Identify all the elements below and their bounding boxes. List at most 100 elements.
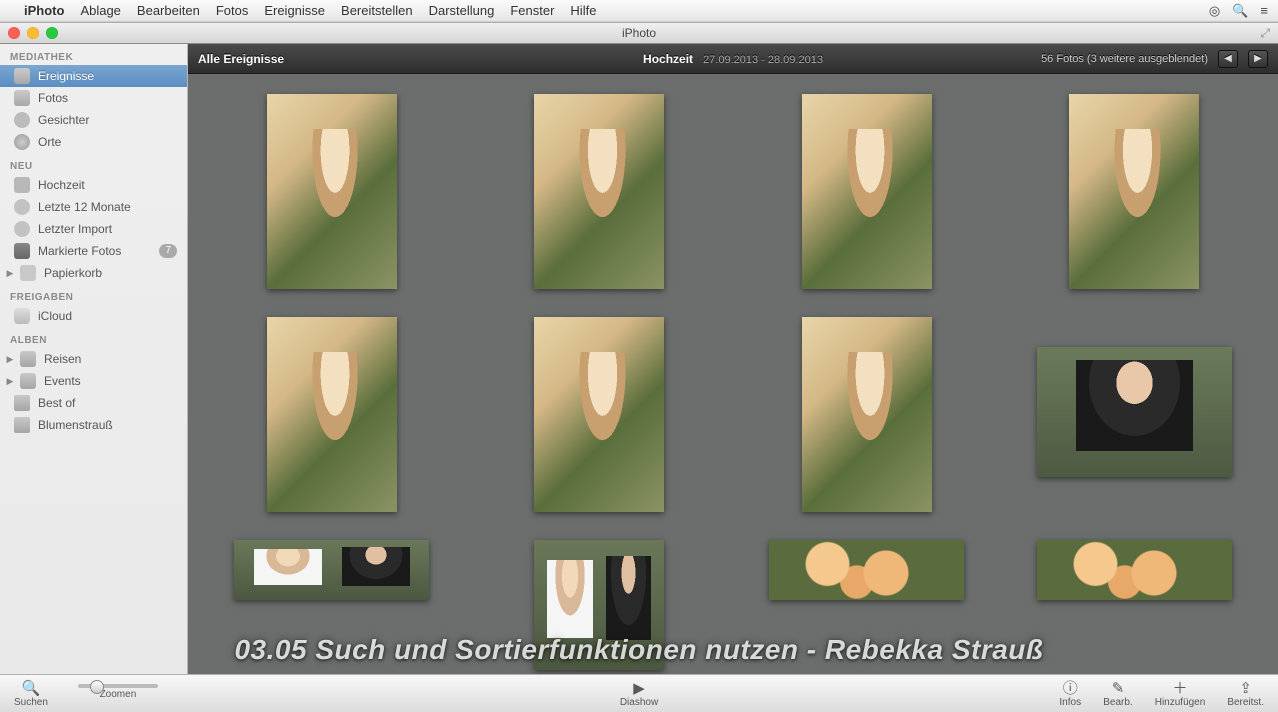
- disclosure-icon[interactable]: ▶: [6, 354, 14, 365]
- photo-grid: [188, 74, 1278, 674]
- search-button[interactable]: 🔍 Suchen: [14, 680, 48, 708]
- photo-thumbnail[interactable]: [267, 94, 397, 289]
- photo-thumbnail[interactable]: [234, 540, 429, 600]
- bottom-toolbar: 🔍 Suchen Zoomen ▶ Diashow ⓘ Infos ✎ Bear…: [0, 674, 1278, 712]
- window-title: iPhoto: [622, 26, 656, 40]
- spotlight-icon[interactable]: 🔍: [1232, 3, 1248, 19]
- flagged-badge: 7: [159, 244, 177, 258]
- sidebar-item-label: Papierkorb: [44, 266, 102, 280]
- info-button[interactable]: ⓘ Infos: [1059, 680, 1081, 708]
- photo-thumbnail[interactable]: [802, 94, 932, 289]
- add-button[interactable]: ＋ Hinzufügen: [1155, 680, 1206, 708]
- photo-thumbnail[interactable]: [534, 540, 664, 670]
- nav-prev-button[interactable]: ◀: [1218, 50, 1238, 68]
- flagged-icon: [14, 243, 30, 259]
- sidebar-item-events[interactable]: ▶ Events: [0, 370, 187, 392]
- sidebar-item-hochzeit[interactable]: Hochzeit: [0, 174, 187, 196]
- sidebar-item-label: iCloud: [38, 309, 72, 323]
- menu-hilfe[interactable]: Hilfe: [570, 3, 596, 18]
- window-close-button[interactable]: [8, 27, 20, 39]
- window-zoom-button[interactable]: [46, 27, 58, 39]
- menu-fenster[interactable]: Fenster: [510, 3, 554, 18]
- sidebar-item-orte[interactable]: Orte: [0, 131, 187, 153]
- toolbar-label: Suchen: [14, 697, 48, 708]
- places-icon: [14, 134, 30, 150]
- content-header: Alle Ereignisse Hochzeit 27.09.2013 - 28…: [188, 44, 1278, 74]
- share-button[interactable]: ⇪ Bereitst.: [1227, 680, 1264, 708]
- toolbar-label: Zoomen: [100, 689, 137, 700]
- fullscreen-icon[interactable]: ⤢: [1260, 26, 1270, 41]
- folder-icon: [20, 351, 36, 367]
- sidebar-item-label: Fotos: [38, 91, 68, 105]
- menu-darstellung[interactable]: Darstellung: [429, 3, 495, 18]
- toolbar-label: Infos: [1059, 697, 1081, 708]
- sidebar-header-mediathek: MEDIATHEK: [0, 44, 187, 65]
- sidebar-header-neu: NEU: [0, 153, 187, 174]
- window-titlebar: iPhoto ⤢: [0, 22, 1278, 44]
- folder-icon: [20, 373, 36, 389]
- add-icon: ＋: [1169, 680, 1191, 696]
- edit-button[interactable]: ✎ Bearb.: [1103, 680, 1132, 708]
- content-area: Alle Ereignisse Hochzeit 27.09.2013 - 28…: [188, 44, 1278, 674]
- photo-thumbnail[interactable]: [534, 94, 664, 289]
- photo-thumbnail[interactable]: [1037, 347, 1232, 477]
- toolbar-label: Diashow: [620, 697, 658, 708]
- sidebar-item-bestof[interactable]: Best of: [0, 392, 187, 414]
- sidebar-item-gesichter[interactable]: Gesichter: [0, 109, 187, 131]
- photo-count: 56 Fotos (3 weitere ausgeblendet): [1041, 53, 1208, 65]
- recent-icon: [14, 199, 30, 215]
- sidebar-item-label: Ereignisse: [38, 69, 94, 83]
- sidebar-item-blumen[interactable]: Blumenstrauß: [0, 414, 187, 436]
- macos-menubar: iPhoto Ablage Bearbeiten Fotos Ereigniss…: [0, 0, 1278, 22]
- toolbar-label: Bearb.: [1103, 697, 1132, 708]
- cc-status-icon[interactable]: ◎: [1209, 3, 1220, 19]
- event-icon: [14, 177, 30, 193]
- photo-thumbnail[interactable]: [769, 540, 964, 600]
- zoom-control[interactable]: Zoomen: [78, 680, 158, 700]
- info-icon: ⓘ: [1059, 680, 1081, 696]
- breadcrumb[interactable]: Alle Ereignisse: [198, 52, 284, 66]
- sidebar-item-label: Orte: [38, 135, 61, 149]
- sidebar-item-label: Best of: [38, 396, 75, 410]
- sidebar-item-label: Events: [44, 374, 81, 388]
- photos-icon: [14, 90, 30, 106]
- sidebar-item-label: Letzter Import: [38, 222, 112, 236]
- sidebar-item-reisen[interactable]: ▶Reisen: [0, 348, 187, 370]
- search-icon: 🔍: [20, 680, 42, 696]
- disclosure-icon[interactable]: ▶: [6, 268, 14, 279]
- sidebar-item-letzterimport[interactable]: Letzter Import: [0, 218, 187, 240]
- smartalbum-icon: [14, 395, 30, 411]
- sidebar-item-label: Blumenstrauß: [38, 418, 113, 432]
- photo-thumbnail[interactable]: [534, 317, 664, 512]
- edit-icon: ✎: [1107, 680, 1129, 696]
- nav-next-button[interactable]: ▶: [1248, 50, 1268, 68]
- menu-bearbeiten[interactable]: Bearbeiten: [137, 3, 200, 18]
- menu-bereitstellen[interactable]: Bereitstellen: [341, 3, 413, 18]
- sidebar-item-label: Letzte 12 Monate: [38, 200, 131, 214]
- photo-thumbnail[interactable]: [1037, 540, 1232, 600]
- sidebar-item-ereignisse[interactable]: Ereignisse: [0, 65, 187, 87]
- menu-fotos[interactable]: Fotos: [216, 3, 249, 18]
- photo-thumbnail[interactable]: [802, 317, 932, 512]
- menu-ablage[interactable]: Ablage: [80, 3, 120, 18]
- sidebar-item-papierkorb[interactable]: ▶ Papierkorb: [0, 262, 187, 284]
- notifications-icon[interactable]: ≡: [1260, 3, 1268, 18]
- disclosure-icon[interactable]: ▶: [6, 376, 14, 387]
- menu-ereignisse[interactable]: Ereignisse: [264, 3, 325, 18]
- event-title: Hochzeit: [643, 52, 693, 66]
- events-icon: [14, 68, 30, 84]
- zoom-slider[interactable]: [78, 684, 158, 688]
- faces-icon: [14, 112, 30, 128]
- sidebar: MEDIATHEK Ereignisse Fotos Gesichter Ort…: [0, 44, 188, 674]
- sidebar-item-icloud[interactable]: iCloud: [0, 305, 187, 327]
- photo-thumbnail[interactable]: [1069, 94, 1199, 289]
- slideshow-button[interactable]: ▶ Diashow: [620, 680, 658, 708]
- toolbar-label: Bereitst.: [1227, 697, 1264, 708]
- photo-thumbnail[interactable]: [267, 317, 397, 512]
- window-minimize-button[interactable]: [27, 27, 39, 39]
- sidebar-item-fotos[interactable]: Fotos: [0, 87, 187, 109]
- lastimport-icon: [14, 221, 30, 237]
- sidebar-item-markierte[interactable]: Markierte Fotos7: [0, 240, 187, 262]
- sidebar-item-letzte12[interactable]: Letzte 12 Monate: [0, 196, 187, 218]
- menu-app[interactable]: iPhoto: [24, 3, 64, 18]
